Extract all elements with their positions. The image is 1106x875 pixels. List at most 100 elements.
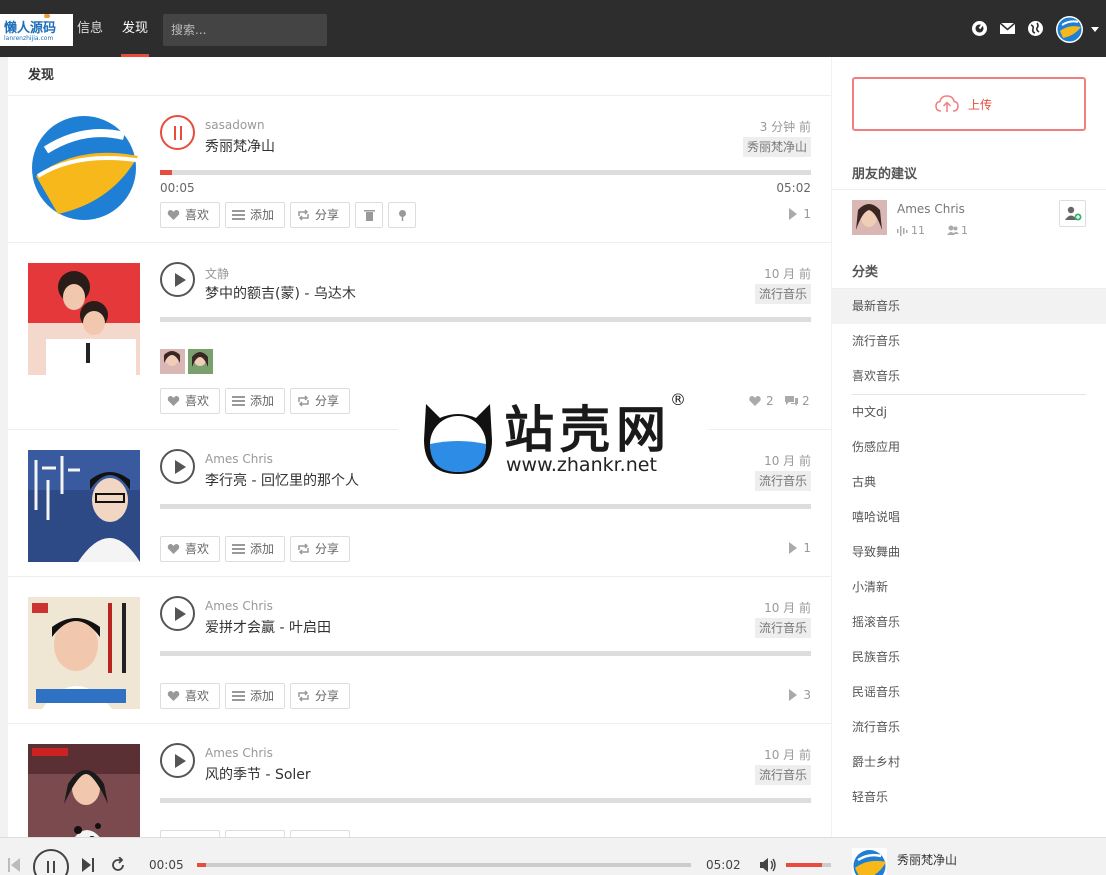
track-tag[interactable]: 秀丽梵净山: [742, 137, 811, 157]
category-item[interactable]: 流行音乐: [832, 710, 1106, 745]
player-current-time: 00:05: [149, 858, 184, 872]
next-icon[interactable]: [82, 858, 94, 872]
track-cover[interactable]: [28, 263, 140, 375]
track-progress[interactable]: [160, 798, 811, 803]
track-author[interactable]: Ames Chris: [205, 452, 273, 466]
category-item[interactable]: 流行音乐: [832, 324, 1106, 359]
like-button[interactable]: 喜欢: [160, 202, 220, 228]
watermark-cat-logo: [424, 404, 492, 474]
share-label: 分享: [315, 208, 340, 222]
category-item[interactable]: 爵士乡村: [832, 745, 1106, 780]
share-button[interactable]: 分享: [290, 683, 350, 709]
play-count-value: 3: [803, 688, 811, 702]
liker-avatar[interactable]: [160, 349, 185, 374]
friend-avatar[interactable]: [852, 200, 887, 235]
liker-avatar[interactable]: [188, 349, 213, 374]
play-button[interactable]: [160, 262, 195, 297]
category-item[interactable]: 嘻哈说唱: [832, 500, 1106, 535]
upload-button[interactable]: 上传: [852, 77, 1086, 131]
logo[interactable]: 懒人源码 lanrenzhijia.com: [0, 14, 73, 46]
track-progress[interactable]: [160, 170, 811, 175]
like-button[interactable]: 喜欢: [160, 683, 220, 709]
follow-button[interactable]: [1059, 200, 1086, 227]
nav-item-discover[interactable]: 发现: [120, 0, 150, 57]
track-title[interactable]: 梦中的额吉(蒙) - 乌达木: [205, 283, 356, 303]
track-author[interactable]: 文静: [205, 265, 229, 282]
add-button[interactable]: 添加: [225, 202, 285, 228]
like-button[interactable]: [160, 830, 220, 837]
mail-icon[interactable]: [999, 20, 1016, 37]
pause-button[interactable]: [160, 115, 195, 150]
category-item[interactable]: 最新音乐: [832, 289, 1106, 324]
like-button[interactable]: 喜欢: [160, 536, 220, 562]
category-item[interactable]: 民族音乐: [832, 640, 1106, 675]
user-avatar-image: [1057, 17, 1082, 42]
add-button[interactable]: 添加: [225, 683, 285, 709]
delete-button[interactable]: [355, 202, 383, 228]
category-item[interactable]: 中文dj: [832, 395, 1106, 430]
track-progress[interactable]: [160, 651, 811, 656]
repeat-icon[interactable]: [110, 857, 126, 873]
category-item[interactable]: 轻音乐: [832, 780, 1106, 815]
play-button[interactable]: [160, 449, 195, 484]
share-button[interactable]: 分享: [290, 388, 350, 414]
category-item[interactable]: 古典: [832, 465, 1106, 500]
category-item[interactable]: 小清新: [832, 570, 1106, 605]
play-button[interactable]: [160, 596, 195, 631]
share-button[interactable]: 分享: [290, 536, 350, 562]
nav-item-messages[interactable]: 信息: [77, 0, 103, 57]
player-pause-button[interactable]: [33, 849, 69, 875]
add-button[interactable]: [225, 830, 285, 837]
track-title[interactable]: 爱拼才会赢 - 叶启田: [205, 617, 331, 637]
track-author[interactable]: Ames Chris: [205, 746, 273, 760]
player-track-title[interactable]: 秀丽梵净山: [897, 851, 957, 868]
globe-icon[interactable]: [1027, 20, 1044, 37]
dashboard-icon[interactable]: [971, 20, 988, 37]
volume-icon[interactable]: [760, 858, 776, 872]
category-item[interactable]: 伤感应用: [832, 430, 1106, 465]
like-button[interactable]: 喜欢: [160, 388, 220, 414]
volume-slider[interactable]: [786, 863, 831, 867]
friend-track-count: 11: [897, 224, 925, 237]
mic-button[interactable]: [388, 202, 416, 228]
share-button[interactable]: 分享: [290, 202, 350, 228]
track-progress[interactable]: [160, 317, 811, 322]
repost-icon: [298, 690, 309, 702]
user-menu-caret-icon[interactable]: [1091, 27, 1099, 32]
track-title[interactable]: 风的季节 - Soler: [205, 764, 311, 784]
track-cover-image: [28, 110, 140, 222]
add-button[interactable]: 添加: [225, 536, 285, 562]
track-progress[interactable]: [160, 504, 811, 509]
track-title[interactable]: 秀丽梵净山: [205, 136, 275, 156]
page-title: 发现: [28, 68, 55, 83]
track-tag[interactable]: 流行音乐: [754, 471, 811, 491]
track-cover[interactable]: [28, 110, 140, 222]
category-item[interactable]: 导致舞曲: [832, 535, 1106, 570]
category-item[interactable]: 喜欢音乐: [832, 359, 1106, 394]
track-author[interactable]: sasadown: [205, 118, 265, 132]
previous-icon[interactable]: [8, 858, 20, 872]
play-button[interactable]: [160, 743, 195, 778]
track-tag[interactable]: 流行音乐: [754, 765, 811, 785]
track-tag[interactable]: 流行音乐: [754, 284, 811, 304]
like-label: 喜欢: [185, 208, 210, 222]
watermark: 站壳网 ® www.zhankr.net: [398, 388, 708, 483]
share-button[interactable]: [290, 830, 350, 837]
player-cover[interactable]: [852, 848, 887, 875]
add-button[interactable]: 添加: [225, 388, 285, 414]
track-cover[interactable]: [28, 450, 140, 562]
divider: [832, 189, 1106, 190]
bottom-player: 00:05 05:02 秀丽梵净山: [0, 837, 1106, 875]
user-avatar[interactable]: [1056, 16, 1083, 43]
top-bar: 懒人源码 lanrenzhijia.com 信息 发现: [0, 0, 1106, 57]
track-tag[interactable]: 流行音乐: [754, 618, 811, 638]
friend-name[interactable]: Ames Chris: [897, 202, 965, 216]
track-cover[interactable]: [28, 597, 140, 709]
search-input[interactable]: [163, 14, 327, 46]
category-item[interactable]: 民谣音乐: [832, 675, 1106, 710]
track-title[interactable]: 李行亮 - 回忆里的那个人: [205, 470, 359, 490]
track-author[interactable]: Ames Chris: [205, 599, 273, 613]
player-progress-bar[interactable]: [197, 863, 691, 867]
category-item[interactable]: 摇滚音乐: [832, 605, 1106, 640]
track-cover[interactable]: [28, 744, 140, 837]
